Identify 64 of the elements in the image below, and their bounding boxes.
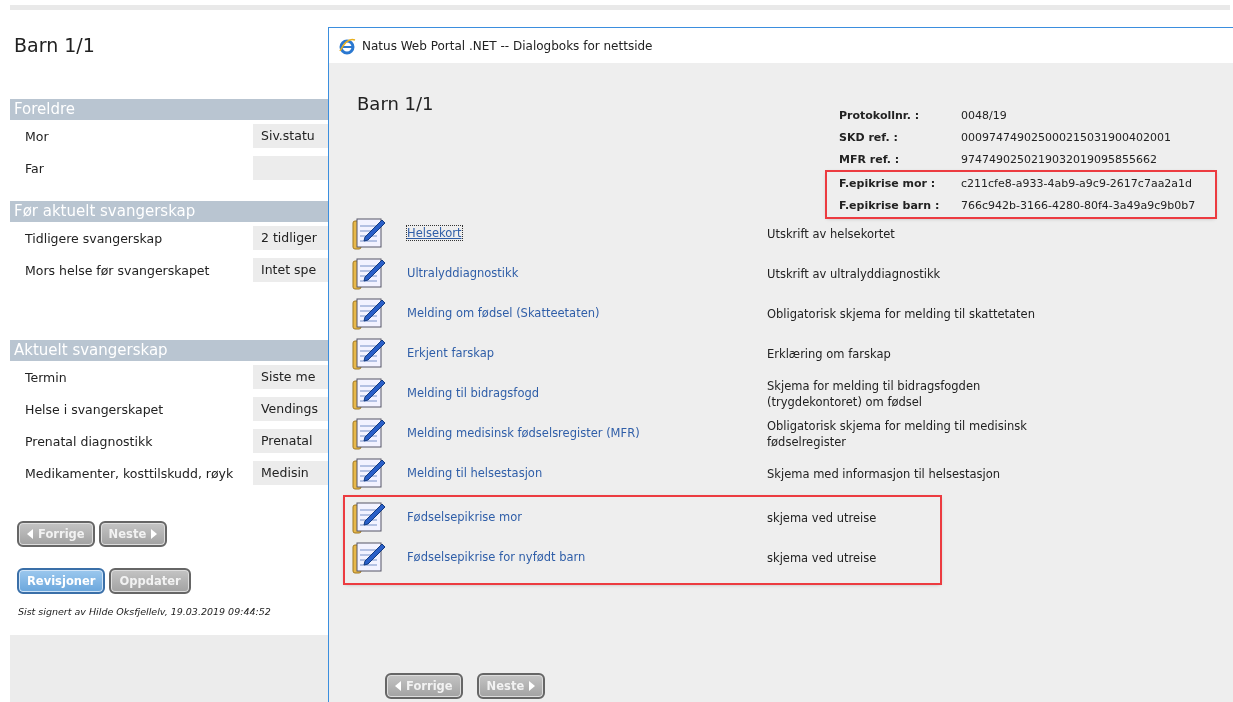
notepad-pen-icon <box>351 215 387 251</box>
notepad-pen-icon <box>351 255 387 291</box>
info-label: Protokollnr. : <box>839 108 921 122</box>
field-value: Medisin <box>253 461 328 485</box>
page-title: Barn 1/1 <box>13 33 96 58</box>
document-description: skjema ved utreise <box>767 510 878 526</box>
field-label: Mors helse før svangerskapet <box>24 262 211 278</box>
notepad-pen-icon <box>351 499 387 535</box>
left-triangle-icon <box>27 529 33 539</box>
field-label: Far <box>24 160 45 176</box>
info-label: F.epikrise mor : <box>839 176 937 190</box>
dialog-title: Barn 1/1 <box>356 92 435 116</box>
signature-note: Sist signert av Hilde Oksfjellelv, 19.03.2019 09:44:52 <box>17 605 272 617</box>
field-label: Tidligere svangerskap <box>24 230 164 246</box>
field-label: Medikamenter, kosttilskudd, røyk <box>24 465 235 481</box>
notepad-pen-icon <box>351 335 387 371</box>
field-value: Siste me <box>253 365 328 389</box>
notepad-pen-icon <box>351 455 387 491</box>
info-value: 0048/19 <box>961 108 1007 122</box>
notepad-pen-icon <box>351 415 387 451</box>
document-description: Utskrift av ultralyddiagnostikk <box>767 266 942 282</box>
info-value: 9747490250219032019095855662 <box>961 152 1157 166</box>
document-link[interactable]: Ultralyddiagnostikk <box>407 266 519 280</box>
document-description: Erklæring om farskap <box>767 346 892 362</box>
window-title: Natus Web Portal .NET -- Dialogboks for nettside <box>362 38 653 53</box>
info-label: MFR ref. : <box>839 152 901 166</box>
info-label: SKD ref. : <box>839 130 899 144</box>
notepad-pen-icon <box>351 375 387 411</box>
field-value: Prenatal <box>253 429 328 453</box>
document-description: skjema ved utreise <box>767 550 878 566</box>
document-link[interactable]: Melding til helsestasjon <box>407 466 543 480</box>
document-link[interactable]: Melding til bidragsfogd <box>407 386 540 400</box>
document-link[interactable]: Erkjent farskap <box>407 346 494 360</box>
field-value: Intet spe <box>253 258 328 282</box>
document-description: Skjema med informasjon til helsestasjon <box>767 466 1002 482</box>
field-label: Prenatal diagnostikk <box>24 433 154 449</box>
document-link[interactable]: Melding om fødsel (Skatteetaten) <box>407 306 600 320</box>
notepad-pen-icon <box>351 295 387 331</box>
document-link[interactable]: Fødselsepikrise for nyfødt barn <box>407 550 586 564</box>
field-value: Siv.statu <box>253 124 328 148</box>
section-header: Før aktuelt svangerskap <box>10 201 328 222</box>
right-triangle-icon <box>529 681 536 691</box>
field-value: Vendings <box>253 397 328 421</box>
document-description: Skjema for melding til bidragsfogden (trygdekontoret) om fødsel <box>767 378 982 410</box>
field-label: Mor <box>24 128 50 144</box>
field-label: Helse i svangerskapet <box>24 401 165 417</box>
left-triangle-icon <box>395 681 401 691</box>
info-label: F.epikrise barn : <box>839 198 941 212</box>
field-label: Termin <box>24 369 68 385</box>
document-link[interactable]: Fødselsepikrise mor <box>407 510 523 524</box>
document-link[interactable]: Melding medisinsk fødselsregister (MFR) <box>407 426 640 440</box>
info-value: 766c942b-3166-4280-80f4-3a49a9c9b0b7 <box>961 198 1196 212</box>
info-value: 000974749025000215031900402001 <box>961 130 1171 144</box>
right-triangle-icon <box>151 529 158 539</box>
document-description: Utskrift av helsekortet <box>767 226 896 242</box>
section-header: Aktuelt svangerskap <box>10 340 328 361</box>
info-value: c211cfe8-a933-4ab9-a9c9-2617c7aa2a1d <box>961 176 1193 190</box>
section-header: Foreldre <box>10 99 328 120</box>
document-description: Obligatorisk skjema for melding til medisinsk fødselregister <box>767 418 1028 450</box>
document-description: Obligatorisk skjema for melding til skattetaten <box>767 306 1036 322</box>
document-link[interactable]: Helsekort <box>407 226 462 240</box>
browser-icon <box>338 36 356 55</box>
notepad-pen-icon <box>351 539 387 575</box>
field-value: 2 tidliger <box>253 226 328 250</box>
